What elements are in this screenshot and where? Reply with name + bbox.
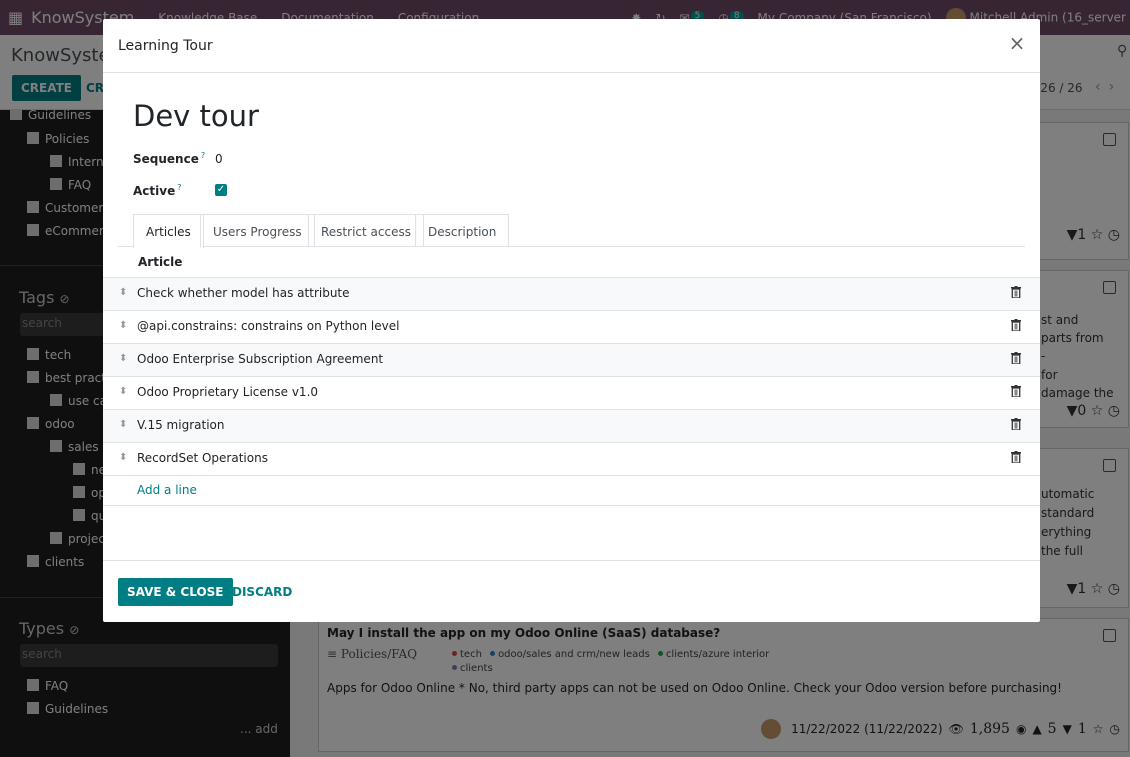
add-line-row: Add a line: [103, 475, 1040, 506]
articles-table-header: Article: [103, 247, 1040, 278]
trash-icon[interactable]: [1011, 418, 1021, 430]
table-row[interactable]: ⬍ Odoo Proprietary License v1.0: [103, 377, 1040, 410]
drag-handle-icon[interactable]: ⬍: [119, 287, 127, 298]
save-close-button[interactable]: SAVE & CLOSE: [118, 578, 233, 606]
help-icon: ?: [200, 151, 206, 160]
sequence-field[interactable]: 0: [215, 152, 223, 166]
drag-handle-icon[interactable]: ⬍: [119, 452, 127, 463]
article-name[interactable]: V.15 migration: [137, 418, 224, 432]
trash-icon[interactable]: [1011, 286, 1021, 298]
tab-description[interactable]: Description: [415, 214, 510, 247]
table-row[interactable]: ⬍ Check whether model has attribute: [103, 278, 1040, 311]
article-name[interactable]: RecordSet Operations: [137, 451, 268, 465]
drag-handle-icon[interactable]: ⬍: [119, 353, 127, 364]
table-row[interactable]: ⬍ @api.constrains: constrains on Python …: [103, 311, 1040, 344]
article-name[interactable]: Check whether model has attribute: [137, 286, 350, 300]
table-row[interactable]: ⬍ V.15 migration: [103, 410, 1040, 443]
sequence-label: Sequence?: [133, 151, 206, 166]
article-name[interactable]: Odoo Proprietary License v1.0: [137, 385, 318, 399]
table-row[interactable]: ⬍ RecordSet Operations: [103, 443, 1040, 476]
notebook-tabs: Articles Users Progress Restrict access …: [118, 214, 1025, 248]
learning-tour-dialog: Learning Tour × Dev tour Sequence? 0 Act…: [103, 19, 1040, 622]
modal-title: Learning Tour: [118, 38, 213, 54]
active-checkbox[interactable]: ✓: [215, 184, 227, 196]
modal-footer: SAVE & CLOSE DISCARD: [103, 560, 1040, 622]
active-label: Active?: [133, 183, 182, 198]
trash-icon[interactable]: [1011, 352, 1021, 364]
trash-icon[interactable]: [1011, 319, 1021, 331]
discard-button[interactable]: DISCARD: [232, 585, 292, 599]
add-line-link[interactable]: Add a line: [137, 483, 197, 497]
record-name-field[interactable]: Dev tour: [133, 99, 259, 133]
drag-handle-icon[interactable]: ⬍: [119, 386, 127, 397]
article-name[interactable]: Odoo Enterprise Subscription Agreement: [137, 352, 383, 366]
tab-restrict-access[interactable]: Restrict access: [308, 214, 424, 247]
tab-articles[interactable]: Articles: [133, 214, 204, 248]
trash-icon[interactable]: [1011, 385, 1021, 397]
help-icon: ?: [177, 183, 182, 192]
drag-handle-icon[interactable]: ⬍: [119, 419, 127, 430]
tab-users-progress[interactable]: Users Progress: [200, 214, 315, 247]
table-row[interactable]: ⬍ Odoo Enterprise Subscription Agreement: [103, 344, 1040, 377]
modal-header: Learning Tour ×: [103, 19, 1040, 73]
trash-icon[interactable]: [1011, 451, 1021, 463]
article-name[interactable]: @api.constrains: constrains on Python le…: [137, 319, 399, 333]
close-icon[interactable]: ×: [1007, 33, 1027, 54]
column-article[interactable]: Article: [138, 255, 182, 269]
drag-handle-icon[interactable]: ⬍: [119, 320, 127, 331]
